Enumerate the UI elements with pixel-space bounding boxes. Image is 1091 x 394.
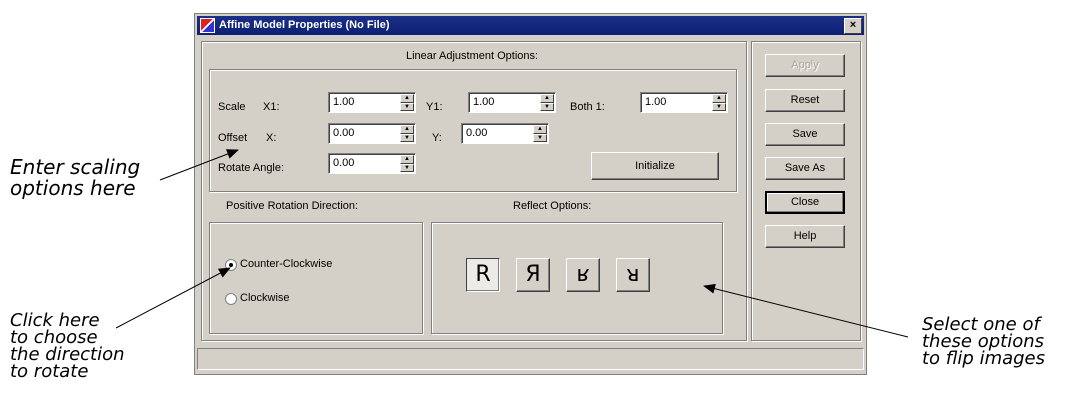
save-as-button[interactable]: Save As [765, 157, 845, 180]
annotation-scaling: Enter scaling options here [10, 157, 140, 199]
both1-spinbox[interactable]: 1.00 ▲ ▼ [640, 92, 728, 113]
initialize-button[interactable]: Initialize [591, 152, 719, 180]
rotate-angle-value: 0.00 [333, 157, 355, 169]
y1-up-arrow-icon[interactable]: ▲ [540, 94, 554, 103]
radio-clockwise-label[interactable]: Clockwise [240, 292, 290, 304]
affine-model-dialog: Affine Model Properties (No File) × Line… [194, 13, 867, 375]
annotation-flip: Select one of these options to flip imag… [922, 315, 1046, 370]
x-offset-up-arrow-icon[interactable]: ▲ [400, 125, 414, 134]
rotation-direction-group [209, 222, 423, 334]
rotate-angle-spinbox[interactable]: 0.00 ▲ ▼ [328, 153, 416, 174]
x-label: X: [266, 132, 277, 144]
scale-label: Scale [218, 101, 246, 113]
y-offset-spinbox[interactable]: 0.00 ▲ ▼ [461, 123, 549, 144]
both1-up-arrow-icon[interactable]: ▲ [712, 94, 726, 103]
x-offset-value: 0.00 [333, 127, 355, 139]
x1-up-arrow-icon[interactable]: ▲ [400, 94, 414, 103]
annotation-direction-line-4: to rotate [10, 361, 89, 383]
y-offset-value: 0.00 [466, 127, 488, 139]
x-offset-down-arrow-icon[interactable]: ▼ [400, 133, 414, 142]
window-title: Affine Model Properties (No File) [219, 19, 390, 31]
title-bar[interactable]: Affine Model Properties (No File) × [197, 16, 864, 35]
y1-spinbox[interactable]: 1.00 ▲ ▼ [468, 92, 556, 113]
linear-adjustment-title: Linear Adjustment Options: [406, 50, 539, 62]
x1-spinbox[interactable]: 1.00 ▲ ▼ [328, 92, 416, 113]
reflect-horizontal-button[interactable]: Я [516, 258, 550, 292]
radio-clockwise-indicator[interactable] [225, 293, 237, 305]
x1-down-arrow-icon[interactable]: ▼ [400, 102, 414, 111]
y-offset-down-arrow-icon[interactable]: ▼ [533, 133, 547, 142]
apply-button[interactable]: Apply [765, 54, 845, 77]
both1-down-arrow-icon[interactable]: ▼ [712, 102, 726, 111]
reflect-vertical-button[interactable]: ʁ [566, 258, 600, 292]
y1-label: Y1: [426, 101, 443, 113]
reset-button[interactable]: Reset [765, 89, 845, 112]
both1-value: 1.00 [645, 96, 667, 108]
y-offset-up-arrow-icon[interactable]: ▲ [533, 125, 547, 134]
status-bar [197, 348, 864, 370]
annotation-scaling-line-1: Enter scaling [10, 155, 141, 179]
radio-counter-clockwise-indicator[interactable] [225, 259, 237, 271]
reflect-normal-button[interactable]: R [466, 258, 500, 292]
close-window-button[interactable]: × [844, 18, 862, 34]
help-button[interactable]: Help [765, 225, 845, 248]
x1-label: X1: [263, 101, 280, 113]
save-button[interactable]: Save [765, 123, 845, 146]
app-icon [200, 18, 215, 33]
rotate-angle-label: Rotate Angle: [218, 162, 285, 174]
x1-value: 1.00 [333, 96, 355, 108]
y1-value: 1.00 [473, 96, 495, 108]
annotation-scaling-line-2: options here [10, 176, 136, 200]
rotate-up-arrow-icon[interactable]: ▲ [400, 155, 414, 164]
both1-label: Both 1: [570, 101, 605, 113]
radio-counter-clockwise-label[interactable]: Counter-Clockwise [240, 258, 332, 270]
offset-label: Offset [218, 132, 248, 144]
reflect-options-title: Reflect Options: [513, 200, 592, 212]
annotation-direction: Click here to choose the direction to ro… [10, 311, 125, 383]
annotation-flip-line-3: to flip images [922, 348, 1046, 370]
rotate-down-arrow-icon[interactable]: ▼ [400, 163, 414, 172]
reflect-both-button[interactable]: ᴚ [616, 258, 650, 292]
y-label: Y: [432, 132, 442, 144]
y1-down-arrow-icon[interactable]: ▼ [540, 102, 554, 111]
x-offset-spinbox[interactable]: 0.00 ▲ ▼ [328, 123, 416, 144]
rotation-direction-title: Positive Rotation Direction: [226, 200, 359, 212]
close-button[interactable]: Close [765, 191, 845, 214]
